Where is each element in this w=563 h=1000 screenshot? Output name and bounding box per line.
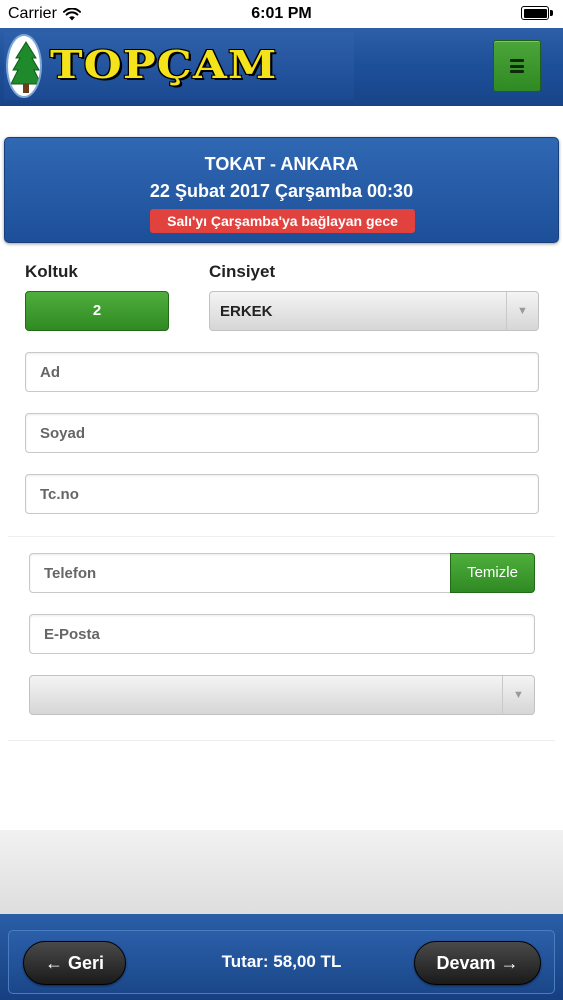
gender-select-value: ERKEK (220, 303, 273, 320)
chevron-down-icon: ▼ (506, 292, 538, 330)
contact-select[interactable]: ▼ (29, 675, 535, 715)
trip-route: TOKAT - ANKARA (204, 154, 359, 174)
app-header: TOPÇAM (0, 28, 563, 106)
hamburger-menu-icon (510, 59, 524, 73)
chevron-down-icon: ▼ (502, 676, 534, 714)
footer-bar: ← Geri Tutar: 58,00 TL Devam → (0, 914, 563, 1000)
footer-panel: ← Geri Tutar: 58,00 TL Devam → (8, 930, 555, 994)
trip-datetime: 22 Şubat 2017 Çarşamba 00:30 (149, 181, 414, 201)
section-divider (8, 740, 555, 741)
gender-select[interactable]: ERKEK ▼ (209, 291, 539, 331)
clear-button[interactable]: Temizle (450, 553, 535, 593)
seat-number-button[interactable]: 2 (25, 291, 169, 331)
status-time: 6:01 PM (251, 5, 312, 22)
trip-night-note: Salı'yı Çarşamba'ya bağlayan gece (150, 209, 415, 233)
section-divider (8, 536, 555, 537)
brand-name: TOPÇAM (50, 42, 278, 87)
gender-label: Cinsiyet (209, 262, 276, 281)
brand-logo[interactable]: TOPÇAM (4, 32, 354, 100)
page-bottom-band (0, 830, 563, 914)
last-name-input[interactable] (25, 413, 539, 453)
email-input[interactable] (29, 614, 535, 654)
status-bar: Carrier 6:01 PM (0, 0, 563, 28)
first-name-input[interactable] (25, 352, 539, 392)
id-number-input[interactable] (25, 474, 539, 514)
menu-button[interactable] (493, 40, 541, 92)
trip-info: TOKAT - ANKARA 22 Şubat 2017 Çarşamba 00… (4, 137, 559, 243)
battery-icon (521, 6, 553, 22)
continue-button[interactable]: Devam → (414, 941, 541, 985)
phone-input[interactable] (29, 553, 452, 593)
seat-label: Koltuk (25, 262, 78, 281)
pine-tree-icon (6, 34, 42, 98)
